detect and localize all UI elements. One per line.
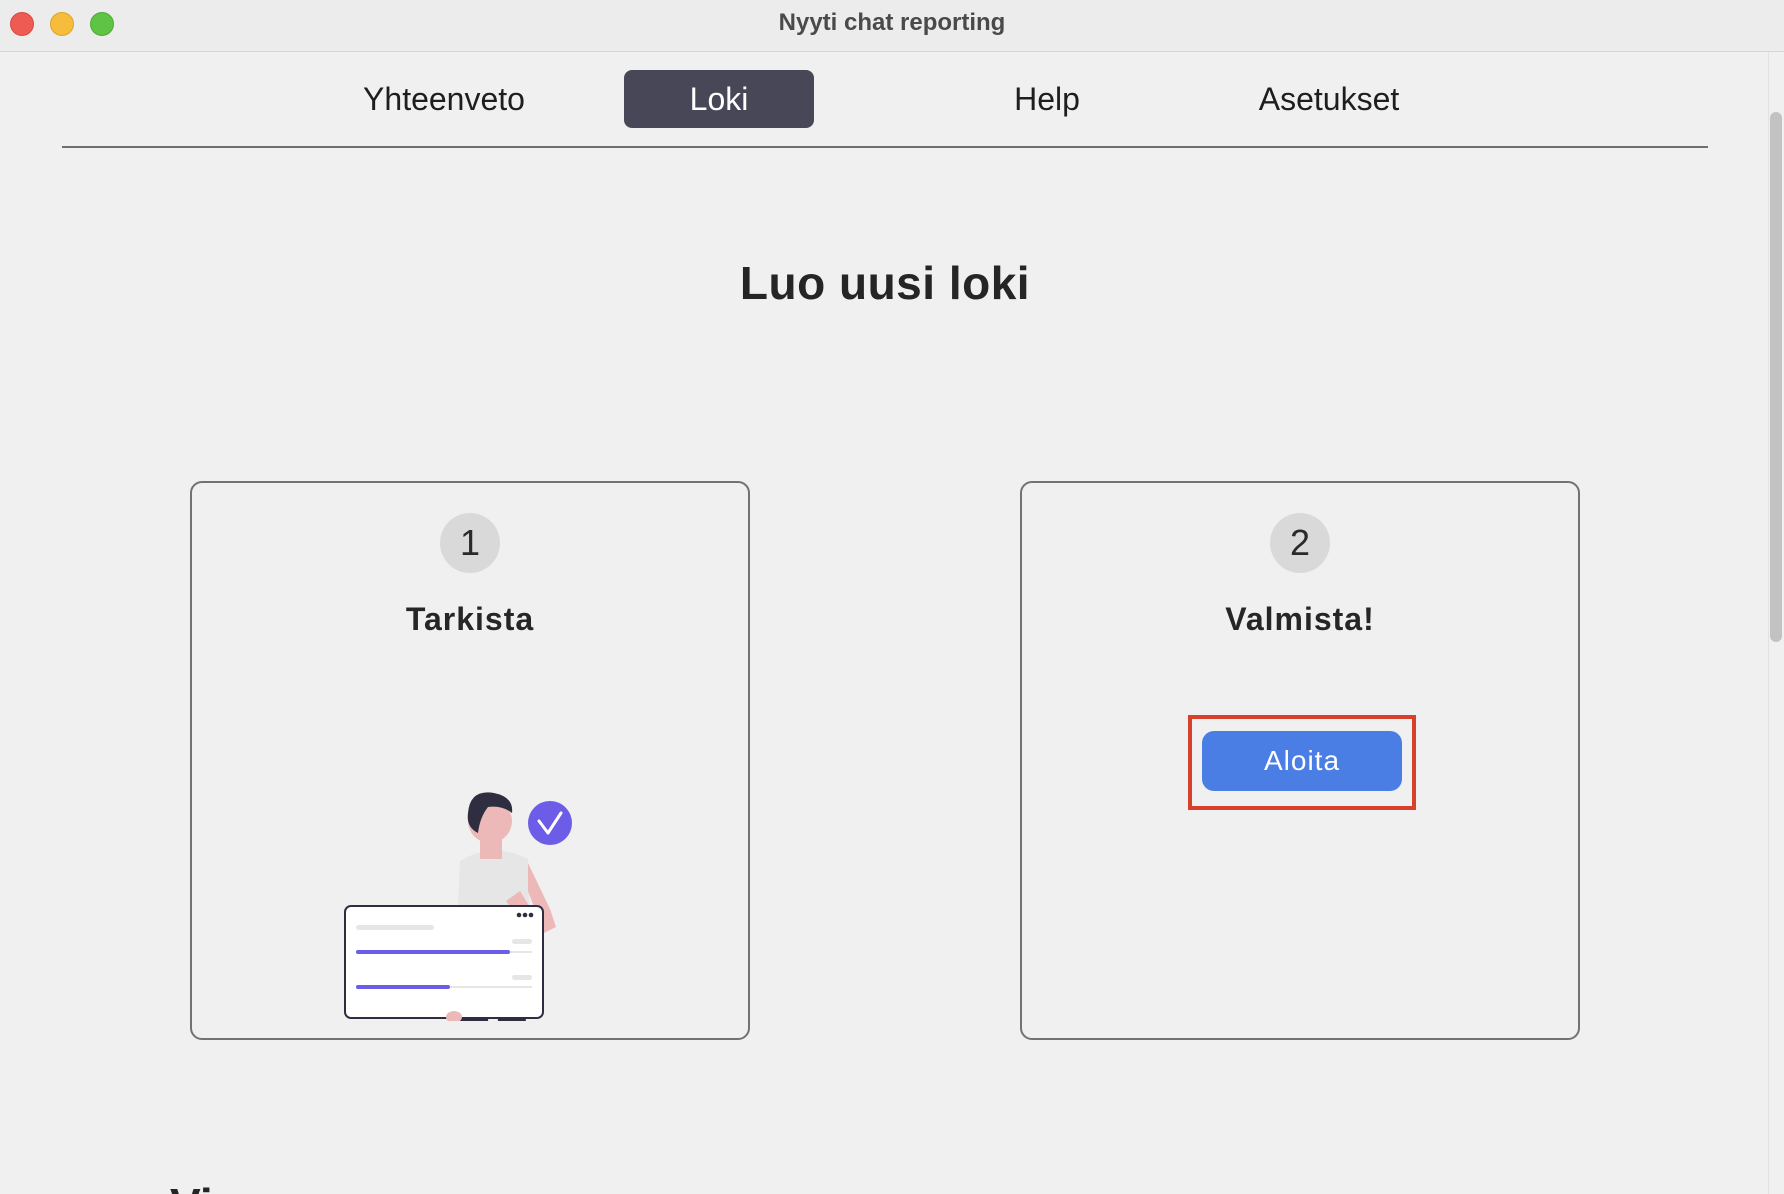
title-bar: Nyyti chat reporting: [0, 0, 1784, 52]
step-number-badge: 1: [440, 513, 500, 573]
highlight-outline: Aloita: [1188, 715, 1416, 810]
step-card-prepare: 2 Valmista! Aloita: [1020, 481, 1580, 1040]
tab-loki[interactable]: Loki: [624, 70, 814, 128]
page-title: Luo uusi loki: [739, 257, 1031, 309]
section-heading-partial: Vi: [170, 1182, 250, 1194]
step-title: Valmista!: [1225, 601, 1375, 637]
step-card-check: 1 Tarkista: [190, 481, 750, 1040]
tab-help[interactable]: Help: [992, 70, 1102, 128]
vertical-scrollbar[interactable]: [1768, 52, 1784, 1194]
window-title: Nyyti chat reporting: [778, 9, 1006, 36]
person-checklist-illustration: [344, 792, 572, 1021]
start-button[interactable]: Aloita: [1202, 731, 1402, 791]
tab-yhteenveto[interactable]: Yhteenveto: [354, 70, 534, 128]
app-window: Nyyti chat reporting Yhteenveto Loki Hel…: [0, 0, 1784, 1194]
tab-asetukset[interactable]: Asetukset: [1244, 70, 1414, 128]
scrollbar-thumb[interactable]: [1770, 112, 1782, 642]
step-number-badge: 2: [1270, 513, 1330, 573]
step-title: Tarkista: [405, 601, 535, 637]
tab-bar: Yhteenveto Loki Help Asetukset: [62, 52, 1708, 148]
